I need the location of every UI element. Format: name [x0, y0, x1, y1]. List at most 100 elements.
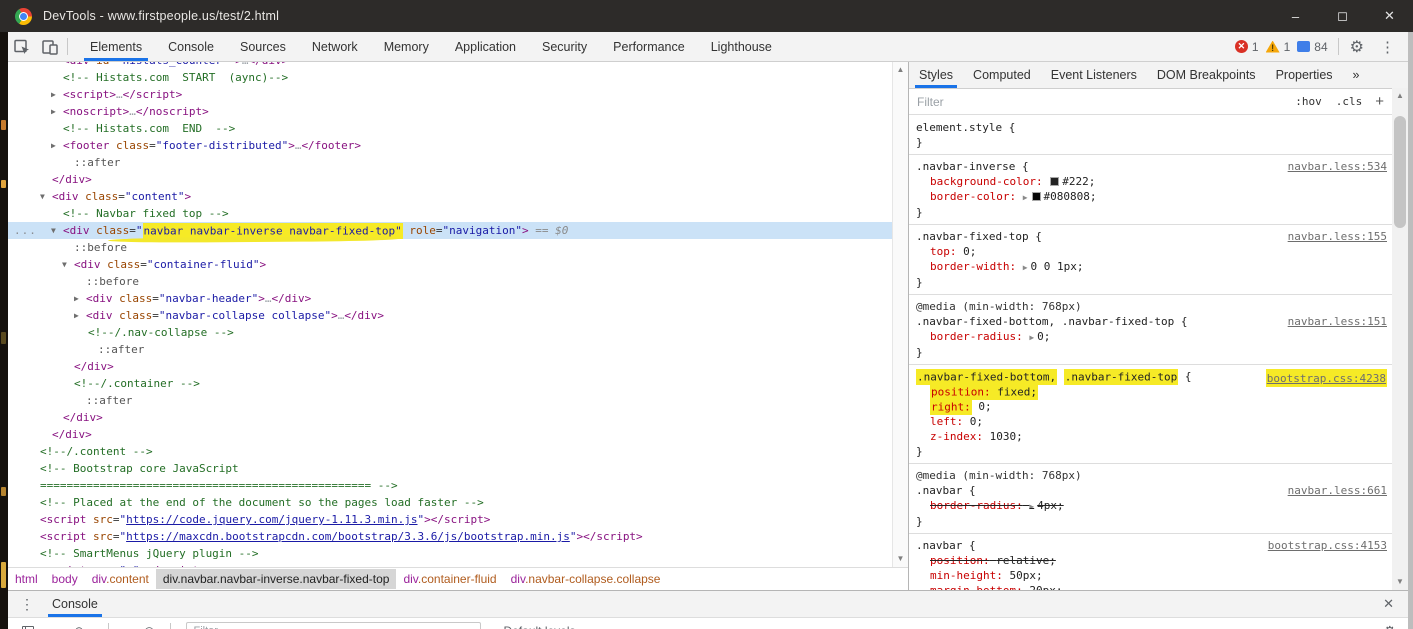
css-property[interactable]: border-radius: ▶4px;	[916, 498, 1388, 514]
expand-shorthand-icon[interactable]: ▶	[1023, 263, 1028, 272]
expand-shorthand-icon[interactable]: ▶	[1029, 502, 1034, 511]
more-options-icon[interactable]: ⋮	[1372, 38, 1403, 56]
stylesheet-link[interactable]: navbar.less:534	[1288, 159, 1387, 174]
css-property[interactable]: right: 0;	[916, 399, 1388, 414]
stylesheet-link[interactable]: navbar.less:661	[1288, 483, 1387, 498]
tab-elements[interactable]: Elements	[77, 32, 155, 61]
tree-line[interactable]: ▶<div class="navbar-collapse collapse">……	[8, 307, 892, 324]
tree-line[interactable]: </div>	[8, 358, 892, 375]
maximize-button[interactable]: ◻	[1319, 0, 1366, 32]
css-property[interactable]: border-color: ▶#080808;	[916, 189, 1388, 205]
tree-line[interactable]: ::before	[8, 273, 892, 290]
console-settings-icon[interactable]: ⚙	[1383, 623, 1396, 629]
sidebar-tab-properties[interactable]: Properties	[1266, 62, 1343, 88]
expand-arrow-icon[interactable]: ▶	[74, 290, 79, 307]
tab-security[interactable]: Security	[529, 32, 600, 61]
tree-line[interactable]: <script src="https://maxcdn.bootstrapcdn…	[8, 528, 892, 545]
console-drawer-tab[interactable]: Console	[44, 591, 106, 617]
tree-line[interactable]: </div>	[8, 426, 892, 443]
console-sidebar-icon[interactable]	[22, 626, 34, 629]
stylesheet-link[interactable]: bootstrap.css:4153	[1268, 538, 1387, 553]
sidebar-tab-event-listeners[interactable]: Event Listeners	[1041, 62, 1147, 88]
breadcrumb-item[interactable]: html	[8, 569, 45, 589]
css-property[interactable]: left: 0;	[916, 414, 1388, 429]
expand-shorthand-icon[interactable]: ▶	[1023, 193, 1028, 202]
node-actions-icon[interactable]: ...	[14, 222, 37, 239]
tree-line[interactable]: ▼<div class="container-fluid">	[8, 256, 892, 273]
close-button[interactable]: ✕	[1366, 0, 1413, 32]
css-property[interactable]: border-width: ▶0 0 1px;	[916, 259, 1388, 275]
pseudo-state-toggle[interactable]: :hov	[1295, 95, 1322, 108]
tree-line[interactable]: <!-- Histats.com START (aync)-->	[8, 69, 892, 86]
css-property[interactable]: border-radius: ▶0;	[916, 329, 1388, 345]
tree-line[interactable]: ========================================…	[8, 477, 892, 494]
css-property[interactable]: min-height: 50px;	[916, 568, 1388, 583]
stylesheet-link[interactable]: navbar.less:155	[1288, 229, 1387, 244]
more-tabs-icon[interactable]: »	[1343, 62, 1370, 88]
styles-scroll-down-icon[interactable]: ▼	[1392, 575, 1408, 589]
stylesheet-link[interactable]: bootstrap.css:4238	[1266, 369, 1387, 387]
tab-sources[interactable]: Sources	[227, 32, 299, 61]
live-expression-eye-icon[interactable]: ◎	[144, 624, 154, 629]
selected-tree-line[interactable]: ...▼<div class="navbar navbar-inverse na…	[8, 222, 892, 239]
styles-scrollbar[interactable]: ▲ ▼	[1392, 88, 1408, 590]
tab-application[interactable]: Application	[442, 32, 529, 61]
tree-line[interactable]: ::after	[8, 154, 892, 171]
expand-shorthand-icon[interactable]: ▶	[1029, 333, 1034, 342]
styles-scroll-up-icon[interactable]: ▲	[1392, 89, 1408, 103]
scroll-down-icon[interactable]: ▼	[893, 552, 908, 566]
device-toolbar-icon[interactable]	[36, 34, 64, 60]
error-badge[interactable]: ✕ 1	[1235, 40, 1259, 54]
expand-arrow-icon[interactable]: ▶	[74, 307, 79, 324]
tree-line[interactable]: <!-- Histats.com END -->	[8, 120, 892, 137]
tab-performance[interactable]: Performance	[600, 32, 698, 61]
sidebar-tab-styles[interactable]: Styles	[909, 62, 963, 88]
tree-line[interactable]: <!--/.container -->	[8, 375, 892, 392]
tab-lighthouse[interactable]: Lighthouse	[698, 32, 785, 61]
drawer-menu-icon[interactable]: ⋮	[8, 596, 44, 613]
tree-line[interactable]: ▶<noscript>…</noscript>	[8, 103, 892, 120]
collapse-arrow-icon[interactable]: ▼	[40, 188, 45, 205]
console-filter-input[interactable]	[186, 622, 481, 629]
styles-scroll-thumb[interactable]	[1394, 116, 1406, 228]
elements-scrollbar[interactable]: ▲ ▼	[892, 62, 908, 567]
tree-line[interactable]: <!-- Bootstrap core JavaScript	[8, 460, 892, 477]
tab-memory[interactable]: Memory	[371, 32, 442, 61]
css-property[interactable]: margin-bottom: 20px;	[916, 583, 1388, 590]
tree-line[interactable]: <script src="https://code.jquery.com/jqu…	[8, 511, 892, 528]
tree-line[interactable]: ▶<div class="navbar-header">…</div>	[8, 290, 892, 307]
expand-arrow-icon[interactable]: ▶	[51, 86, 56, 103]
breadcrumb-item[interactable]: body	[45, 569, 85, 589]
collapse-arrow-icon[interactable]: ▼	[62, 256, 67, 273]
tree-line[interactable]: </div>	[8, 171, 892, 188]
inspect-element-icon[interactable]	[8, 34, 36, 60]
tree-line[interactable]: ::after	[8, 392, 892, 409]
expand-arrow-icon[interactable]: ▶	[51, 103, 56, 120]
expand-arrow-icon[interactable]: ▶	[51, 137, 56, 154]
tree-line[interactable]: <!--/.nav-collapse -->	[8, 324, 892, 341]
sidebar-tab-computed[interactable]: Computed	[963, 62, 1041, 88]
clear-console-icon[interactable]: ⊘	[74, 624, 84, 629]
tree-line[interactable]: <!-- Navbar fixed top -->	[8, 205, 892, 222]
tree-line[interactable]: <!-- SmartMenus jQuery plugin -->	[8, 545, 892, 562]
breadcrumb-item[interactable]: div.content	[85, 569, 156, 589]
element-classes-toggle[interactable]: .cls	[1336, 95, 1363, 108]
new-style-rule-button[interactable]: +	[1375, 94, 1384, 109]
tree-line[interactable]: </div>	[8, 409, 892, 426]
tab-console[interactable]: Console	[155, 32, 227, 61]
tree-line[interactable]: ▼<div class="content">	[8, 188, 892, 205]
collapse-arrow-icon[interactable]: ▼	[51, 222, 56, 239]
css-property[interactable]: position: relative;	[916, 553, 1388, 568]
sidebar-tab-dom-breakpoints[interactable]: DOM Breakpoints	[1147, 62, 1266, 88]
warning-badge[interactable]: ! 1	[1266, 40, 1291, 54]
color-swatch[interactable]	[1050, 177, 1059, 186]
css-property[interactable]: top: 0;	[916, 244, 1388, 259]
tab-network[interactable]: Network	[299, 32, 371, 61]
breadcrumb-item[interactable]: div.navbar-collapse.collapse	[504, 569, 668, 589]
breadcrumb-item[interactable]: div.navbar.navbar-inverse.navbar-fixed-t…	[156, 569, 397, 589]
tree-line[interactable]: ▶<footer class="footer-distributed">…</f…	[8, 137, 892, 154]
breadcrumb-item[interactable]: div.container-fluid	[396, 569, 503, 589]
tree-line[interactable]: <div id="histats_counter" >…</div>	[8, 62, 892, 69]
log-levels-dropdown[interactable]: Default levels	[503, 624, 575, 629]
tree-line[interactable]: <!-- Placed at the end of the document s…	[8, 494, 892, 511]
